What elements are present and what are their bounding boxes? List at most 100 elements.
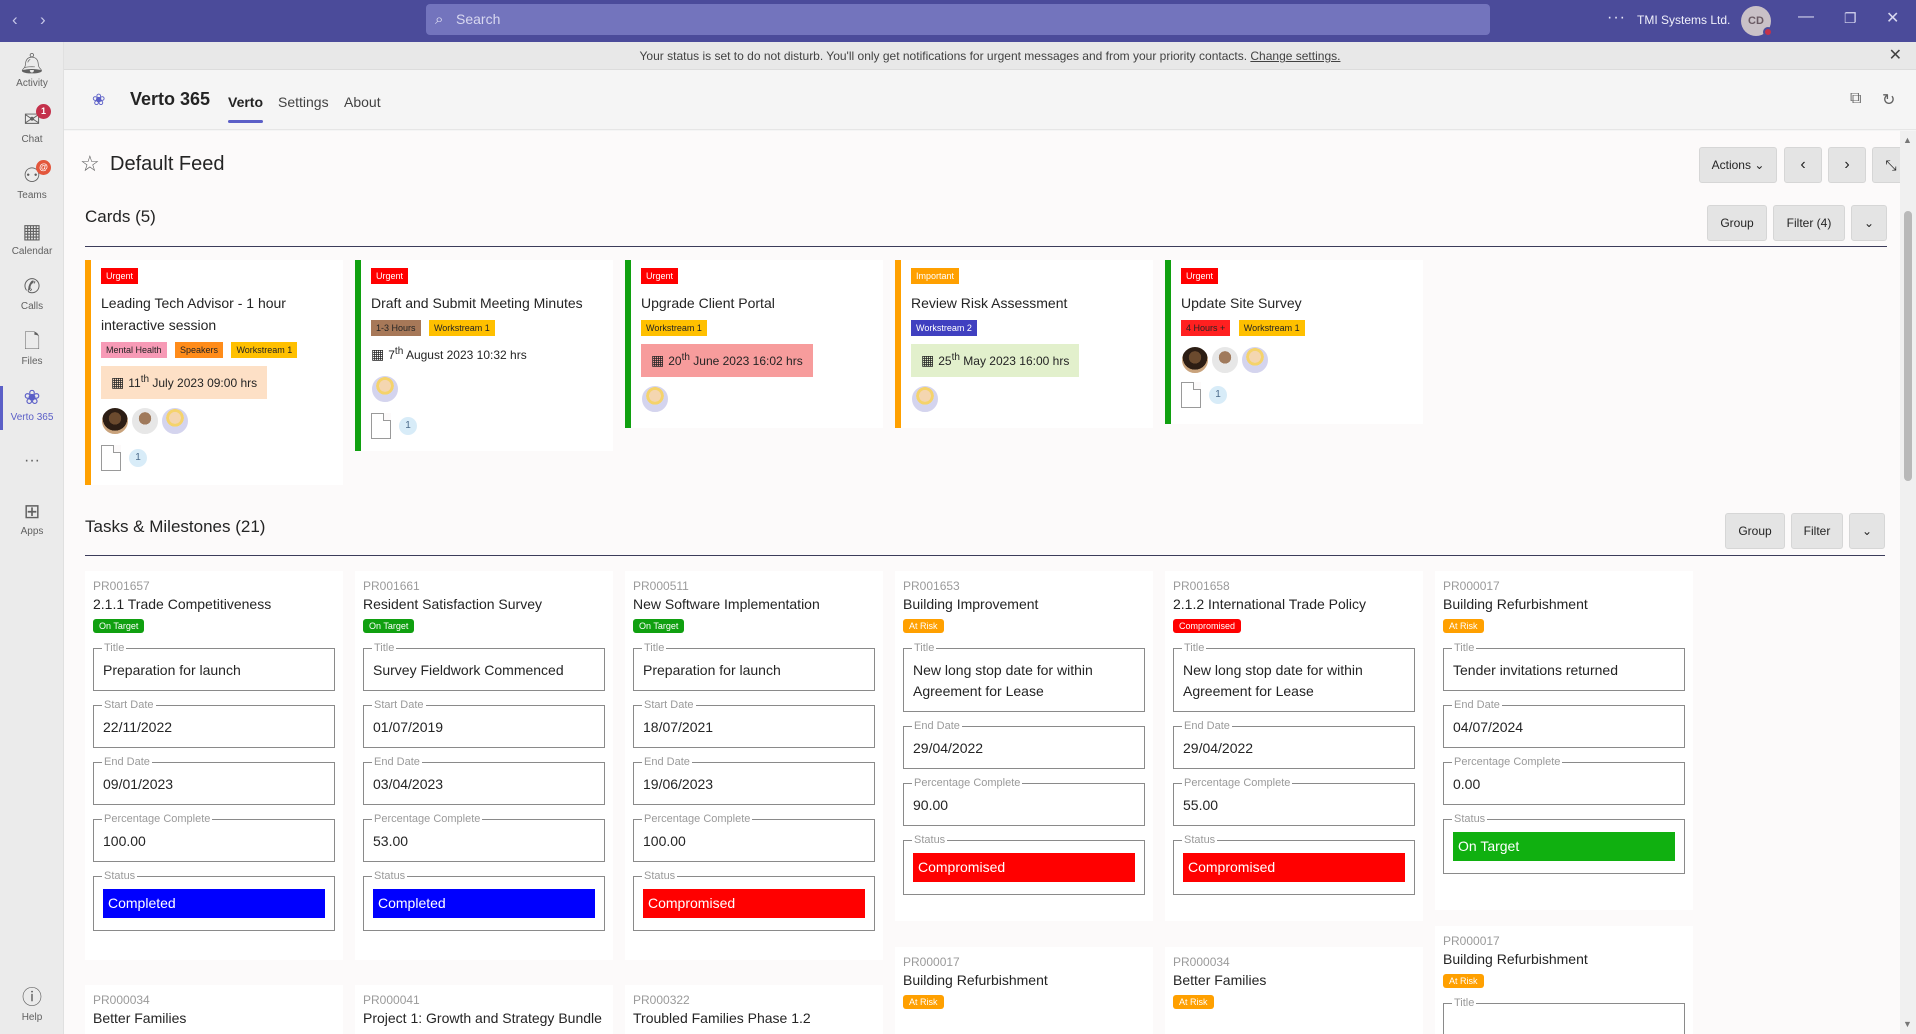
avatar[interactable] xyxy=(641,385,669,413)
change-settings-link[interactable]: Change settings. xyxy=(1250,49,1340,63)
refresh-icon[interactable]: ↻ xyxy=(1882,90,1895,110)
popout-icon[interactable]: ⧉ xyxy=(1850,90,1861,108)
card[interactable]: Urgent Leading Tech Advisor - 1 hour int… xyxy=(85,260,343,485)
task-tile[interactable]: PR001657 2.1.1 Trade Competitiveness On … xyxy=(85,571,343,960)
restore-icon[interactable]: ❐ xyxy=(1844,10,1857,27)
more-options-icon[interactable]: ··· xyxy=(1607,9,1626,27)
card[interactable]: Urgent Upgrade Client Portal Workstream … xyxy=(625,260,883,428)
avatar[interactable] xyxy=(371,375,399,403)
tab-settings[interactable]: Settings xyxy=(278,94,329,110)
tab-verto[interactable]: Verto xyxy=(228,94,264,123)
field-value-line: New long stop date for within xyxy=(913,662,1093,678)
search-placeholder: Search xyxy=(456,11,501,27)
rail-calendar[interactable]: ▦ Calendar xyxy=(0,220,64,257)
collapse-icon[interactable]: ⤡ xyxy=(1872,147,1900,183)
avatar[interactable] xyxy=(1241,346,1269,374)
title-field: Title Tender invitations returned xyxy=(1443,641,1685,691)
field-label: Title xyxy=(1452,641,1477,655)
card[interactable]: Urgent Draft and Submit Meeting Minutes … xyxy=(355,260,613,451)
org-name[interactable]: TMI Systems Ltd. xyxy=(1637,13,1730,27)
project-name: Building Refurbishment xyxy=(1443,596,1588,612)
forward-arrow-icon[interactable]: › xyxy=(40,10,46,30)
task-tile[interactable]: PR000041 Project 1: Growth and Strategy … xyxy=(355,985,613,1034)
field-label: Status xyxy=(642,869,678,883)
priority-tag: Important xyxy=(911,268,960,284)
actions-button[interactable]: Actions ⌄ xyxy=(1699,147,1777,183)
date-day: 20 xyxy=(668,354,682,368)
cards-expand-icon[interactable]: ⌄ xyxy=(1851,205,1887,241)
field-label: Title xyxy=(642,641,667,655)
rail-more[interactable]: ··· xyxy=(0,452,64,470)
rail-verto[interactable]: ❀ Verto 365 xyxy=(0,386,64,430)
attachment-count: 1 xyxy=(1209,386,1227,404)
rail-files[interactable]: 🗋 Files xyxy=(0,330,64,367)
document-icon[interactable] xyxy=(101,445,121,471)
avatar[interactable] xyxy=(131,407,159,435)
close-icon[interactable]: ✕ xyxy=(1889,42,1902,70)
rail-chat[interactable]: ✉︎ 1 Chat xyxy=(0,104,64,145)
cards-filter-button[interactable]: Filter (4) xyxy=(1773,205,1845,241)
dnd-notification-bar: Your status is set to do not disturb. Yo… xyxy=(64,42,1916,70)
scrollbar-thumb[interactable] xyxy=(1904,211,1912,481)
avatar[interactable] xyxy=(1181,346,1209,374)
task-tile[interactable]: PR001661 Resident Satisfaction Survey On… xyxy=(355,571,613,960)
project-code: PR000511 xyxy=(633,579,689,593)
date-rest: June 2023 16:02 hrs xyxy=(689,354,803,368)
rail-calls[interactable]: ✆ Calls xyxy=(0,275,64,312)
avatar[interactable] xyxy=(1211,346,1239,374)
rail-activity[interactable]: 🔔︎ Activity xyxy=(0,52,64,89)
search-input[interactable]: ⌕ Search xyxy=(426,4,1490,35)
back-arrow-icon[interactable]: ‹ xyxy=(12,10,18,30)
task-tile[interactable]: PR000511 New Software Implementation On … xyxy=(625,571,883,960)
status-badge: On Target xyxy=(633,619,685,633)
document-icon[interactable] xyxy=(371,413,391,439)
percentage-complete-field: Percentage Complete 90.00 xyxy=(903,776,1145,826)
rail-apps[interactable]: ⊞ Apps xyxy=(0,500,64,537)
field-value: 19/06/2023 xyxy=(643,776,714,792)
rail-help[interactable]: ⓘ Help xyxy=(0,986,64,1023)
priority-tag: Urgent xyxy=(101,268,139,284)
end-date-field: End Date 29/04/2022 xyxy=(1173,719,1415,769)
title-bar: ‹ › ⌕ Search ··· TMI Systems Ltd. CD — ❐… xyxy=(0,0,1916,42)
attachments-row: 1 xyxy=(101,445,333,475)
card[interactable]: Urgent Update Site Survey 4 Hours + Work… xyxy=(1165,260,1423,424)
favorite-star-icon[interactable]: ☆ xyxy=(80,151,100,177)
task-tile[interactable]: PR000017 Building Refurbishment At Risk … xyxy=(1435,571,1693,910)
avatar[interactable] xyxy=(161,407,189,435)
tab-about[interactable]: About xyxy=(344,94,381,110)
profile-avatar[interactable]: CD xyxy=(1741,6,1773,37)
task-tile[interactable]: PR000034 Better Families xyxy=(85,985,343,1034)
task-tile[interactable]: PR000017 Building Refurbishment At Risk … xyxy=(1435,926,1693,1034)
tasks-group-button[interactable]: Group xyxy=(1725,513,1785,549)
field-label: Percentage Complete xyxy=(912,776,1023,790)
date-suffix: th xyxy=(394,346,404,357)
tag: Workstream 1 xyxy=(231,342,298,358)
minimize-icon[interactable]: — xyxy=(1798,8,1814,26)
task-tile[interactable]: PR001658 2.1.2 International Trade Polic… xyxy=(1165,571,1423,921)
project-name: Troubled Families Phase 1.2 xyxy=(633,1010,811,1026)
avatar[interactable] xyxy=(101,407,129,435)
close-window-icon[interactable]: ✕ xyxy=(1886,8,1899,28)
field-label: Percentage Complete xyxy=(372,812,483,826)
avatar[interactable] xyxy=(911,385,939,413)
rail-teams[interactable]: ⚇ @ Teams xyxy=(0,160,64,201)
card[interactable]: Important Review Risk Assessment Workstr… xyxy=(895,260,1153,428)
tasks-expand-icon[interactable]: ⌄ xyxy=(1849,513,1885,549)
tasks-filter-button[interactable]: Filter xyxy=(1791,513,1843,549)
previous-button[interactable]: ‹ xyxy=(1784,147,1822,183)
vertical-scrollbar[interactable]: ▲ ▼ xyxy=(1900,131,1916,1034)
document-icon[interactable] xyxy=(1181,382,1201,408)
task-tile[interactable]: PR000322 Troubled Families Phase 1.2 xyxy=(625,985,883,1034)
end-date-field: End Date 19/06/2023 xyxy=(633,755,875,805)
project-code: PR000041 xyxy=(363,993,420,1007)
field-value: New long stop date for within Agreement f… xyxy=(1183,649,1405,702)
scroll-down-icon[interactable]: ▼ xyxy=(1903,1019,1912,1029)
cards-group-button[interactable]: Group xyxy=(1707,205,1767,241)
rail-label: Help xyxy=(21,1012,43,1023)
next-button[interactable]: › xyxy=(1828,147,1866,183)
scroll-up-icon[interactable]: ▲ xyxy=(1903,135,1912,145)
task-tile[interactable]: PR000017 Building Refurbishment At Risk xyxy=(895,947,1153,1034)
task-tile[interactable]: PR001653 Building Improvement At Risk Ti… xyxy=(895,571,1153,921)
assignee-avatars xyxy=(641,385,873,417)
task-tile[interactable]: PR000034 Better Families At Risk xyxy=(1165,947,1423,1034)
